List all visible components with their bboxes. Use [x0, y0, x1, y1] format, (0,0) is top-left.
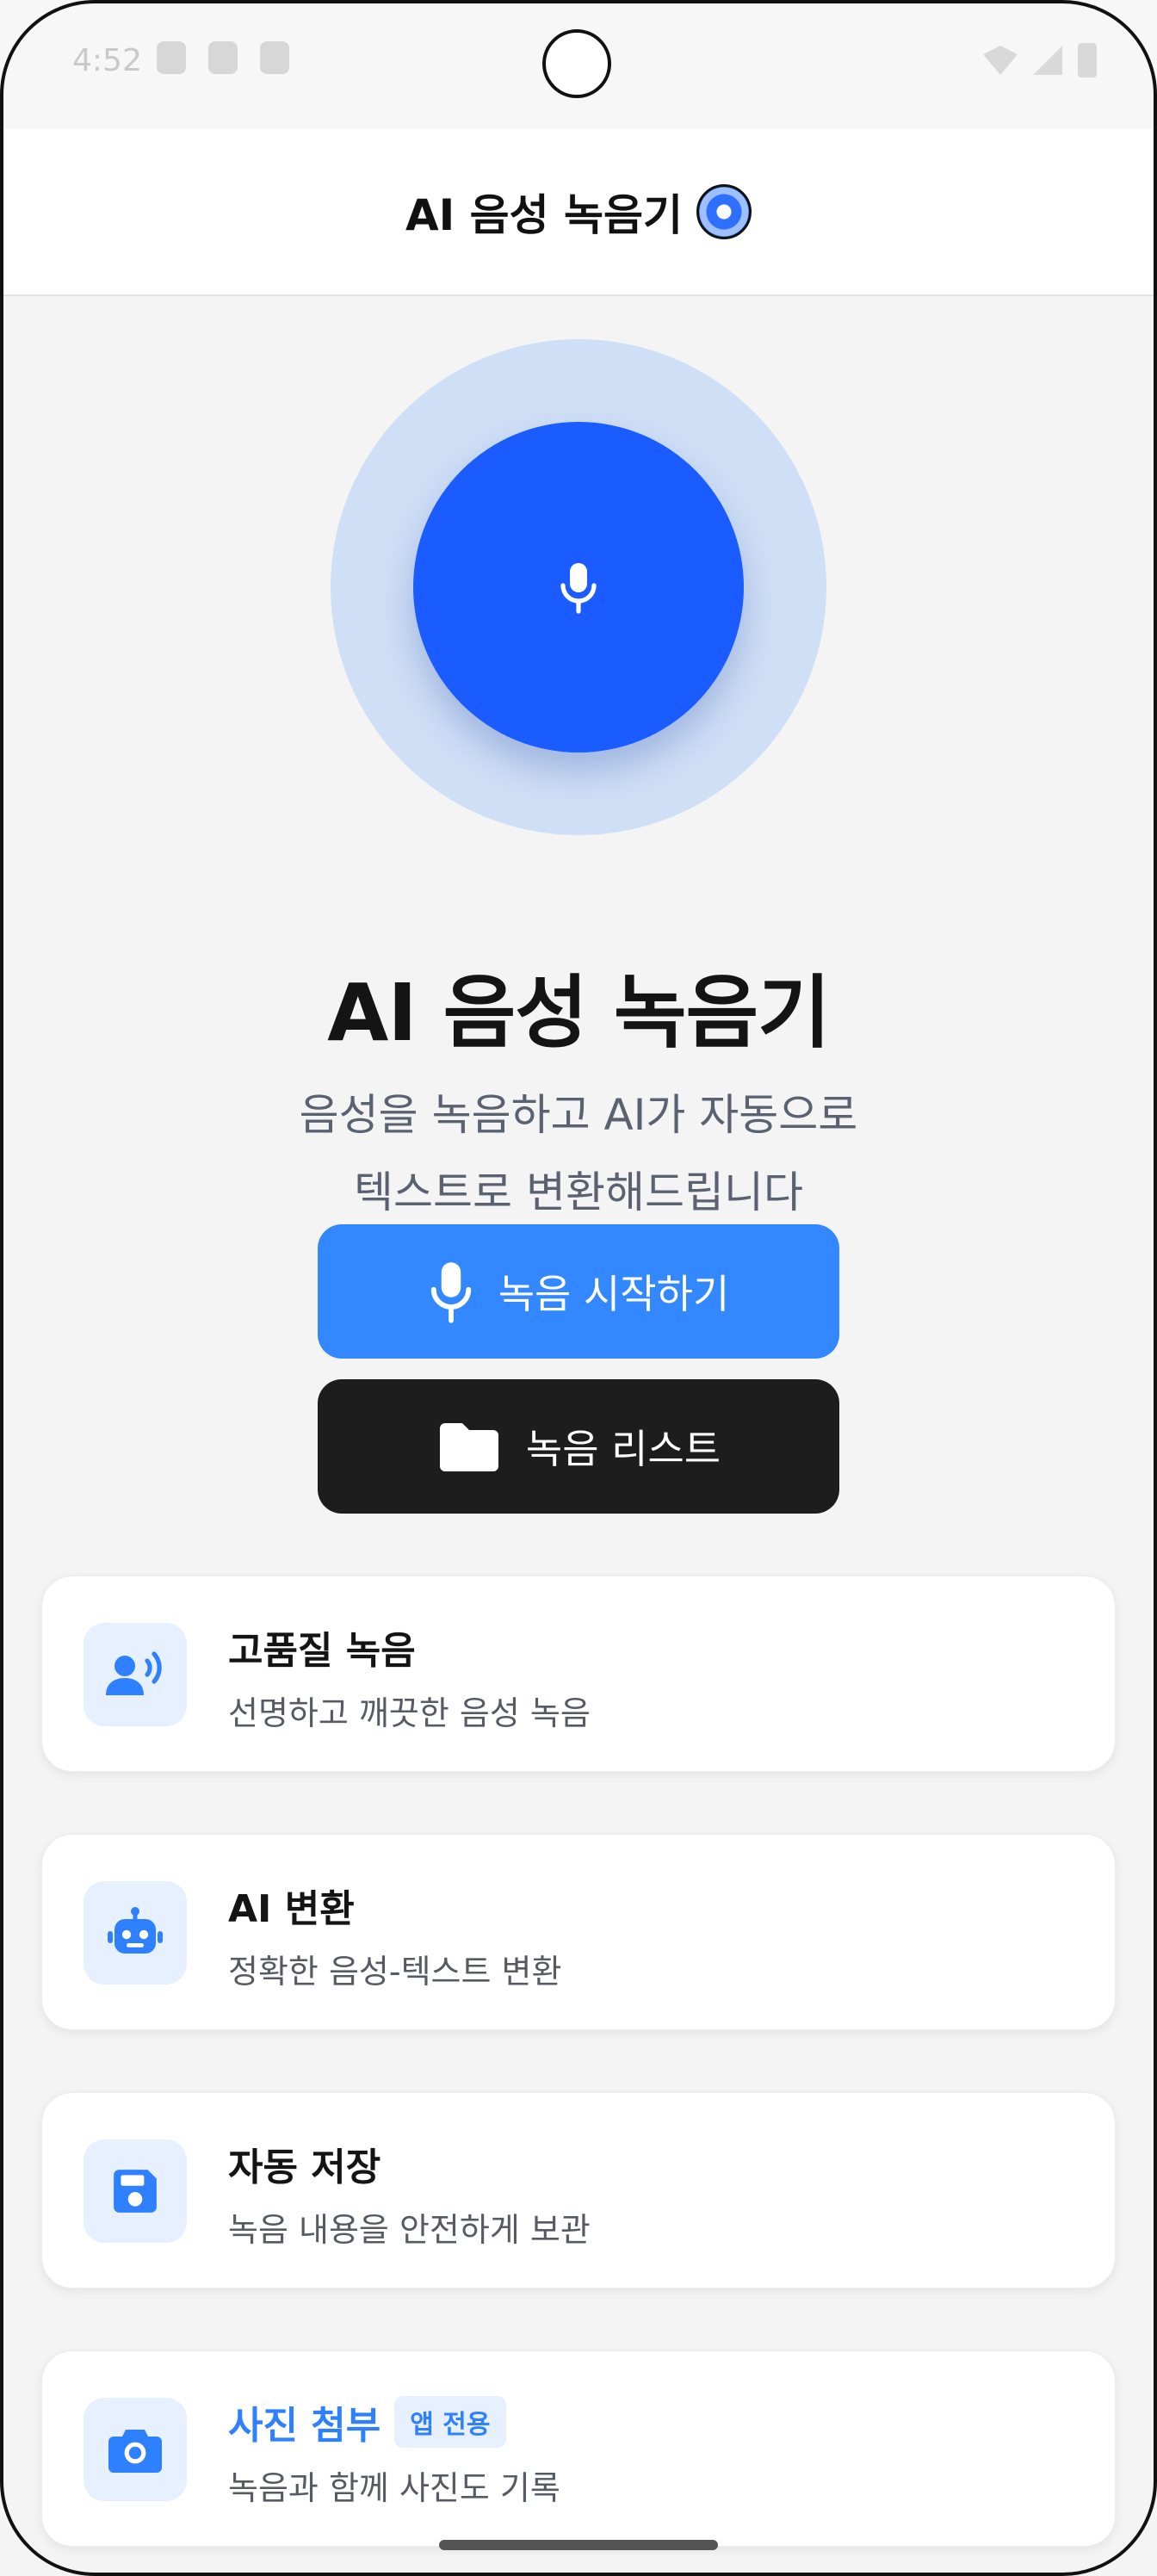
home-indicator[interactable]	[439, 2540, 718, 2550]
app-header: AI 음성 녹음기	[0, 129, 1157, 296]
folder-icon	[439, 1423, 498, 1471]
mic-icon	[560, 563, 597, 614]
start-recording-label: 녹음 시작하기	[498, 1271, 730, 1317]
card-description: 정확한 음성-텍스트 변환	[228, 1953, 562, 1991]
card-title: 사진 첨부	[228, 2404, 381, 2448]
card-icon-box	[84, 2398, 187, 2501]
hero-subtitle-line: 텍스트로 변환해드립니다	[354, 1167, 803, 1217]
card-text: AI 변환 정확한 음성-텍스트 변환	[228, 1878, 561, 1992]
hero-subtitle-line: 음성을 녹음하고 AI가 자동으로	[299, 1090, 858, 1140]
card-text: 사진 첨부 앱 전용 녹음과 함께 사진도 기록	[228, 2394, 560, 2509]
camera-icon	[108, 2430, 162, 2473]
feature-card-ai: AI 변환 정확한 음성-텍스트 변환	[41, 1834, 1116, 2030]
app-title: AI 음성 녹음기	[405, 190, 684, 240]
feature-card-quality: 고품질 녹음 선명하고 깨끗한 음성 녹음	[41, 1576, 1116, 1772]
robot-icon	[108, 1907, 163, 1954]
feature-card-photo: 사진 첨부 앱 전용 녹음과 함께 사진도 기록	[41, 2350, 1116, 2547]
status-bar: 4:52	[0, 0, 1157, 129]
record-mic-button[interactable]	[413, 422, 744, 752]
card-text: 고품질 녹음 선명하고 깨끗한 음성 녹음	[228, 1619, 591, 1734]
status-notification-icons	[157, 41, 289, 74]
feature-card-save: 자동 저장 녹음 내용을 안전하게 보관	[41, 2092, 1116, 2288]
card-icon-box	[84, 1623, 187, 1726]
camera-cutout	[542, 29, 611, 98]
app-only-badge: 앱 전용	[394, 2396, 506, 2448]
shield-status-icon	[208, 41, 238, 74]
disc-icon	[696, 184, 752, 239]
vpn-status-icon	[260, 41, 289, 74]
card-title-row: AI 변환	[228, 1878, 561, 1933]
card-title: 고품질 녹음	[228, 1629, 416, 1673]
card-description: 녹음과 함께 사진도 기록	[228, 2469, 560, 2507]
mic-icon	[430, 1262, 471, 1323]
card-icon-box	[84, 2139, 187, 2243]
save-icon	[114, 2170, 157, 2213]
hero-subtitle: 음성을 녹음하고 AI가 자동으로 텍스트로 변환해드립니다	[0, 1076, 1157, 1231]
card-title: AI 변환	[228, 1887, 355, 1931]
recording-list-label: 녹음 리스트	[525, 1426, 721, 1472]
card-title-row: 고품질 녹음	[228, 1619, 591, 1675]
status-system-icons	[983, 43, 1097, 77]
card-text: 자동 저장 녹음 내용을 안전하게 보관	[228, 2136, 591, 2251]
card-title-row: 자동 저장	[228, 2136, 591, 2191]
card-title: 자동 저장	[228, 2146, 381, 2189]
card-description: 선명하고 깨끗한 음성 녹음	[228, 1694, 591, 1732]
start-recording-button[interactable]: 녹음 시작하기	[318, 1224, 839, 1359]
card-description: 녹음 내용을 안전하게 보관	[228, 2211, 591, 2249]
card-title-row: 사진 첨부 앱 전용	[228, 2394, 560, 2449]
signal-icon	[1033, 46, 1062, 75]
wifi-icon	[983, 46, 1018, 75]
status-time: 4:52	[72, 43, 142, 78]
hero-title: AI 음성 녹음기	[327, 966, 831, 1059]
recording-list-button[interactable]: 녹음 리스트	[318, 1379, 839, 1514]
battery-icon	[1078, 43, 1097, 77]
settings-status-icon	[157, 41, 186, 74]
voice-person-icon	[106, 1651, 162, 1695]
card-icon-box	[84, 1881, 187, 1985]
